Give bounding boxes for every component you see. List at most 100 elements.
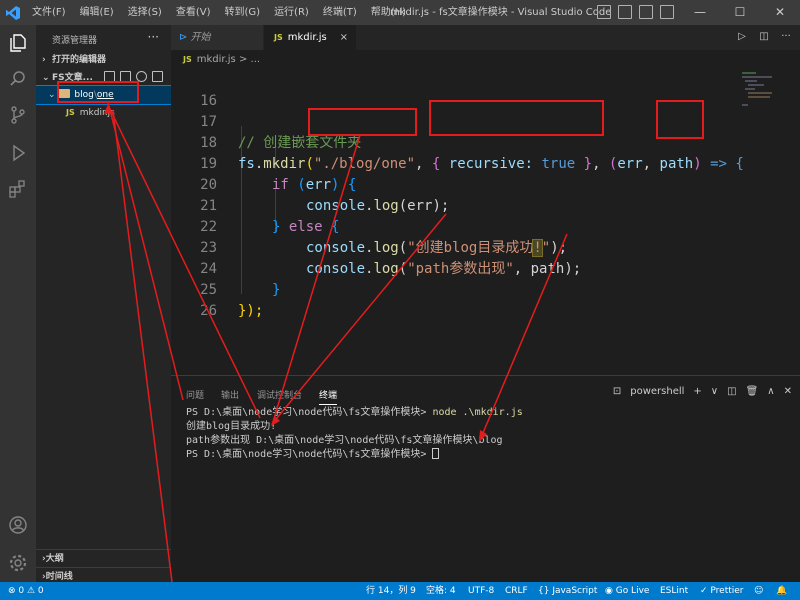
language-mode[interactable]: {} JavaScript (538, 582, 597, 600)
breadcrumb: JS mkdir.js > ... (171, 50, 800, 70)
editor-actions: ▷ ◫ ··· (736, 31, 792, 43)
folder-section[interactable]: ⌄ FS文章... (36, 69, 171, 87)
line-number: 26 (200, 303, 217, 319)
menu-selection[interactable]: 选择(S) (121, 0, 169, 25)
go-live-button[interactable]: ◉ Go Live (605, 582, 649, 600)
tab-mkdir-label: mkdir.js (287, 32, 327, 43)
account-status-icon[interactable]: ☺ (754, 582, 763, 600)
encoding-status[interactable]: UTF-8 (468, 582, 494, 600)
maximize-button[interactable]: ☐ (720, 0, 760, 25)
menu-go[interactable]: 转到(G) (218, 0, 268, 25)
sidebar-more-icon[interactable]: ··· (148, 30, 159, 44)
prettier-status[interactable]: ✓ Prettier (700, 582, 744, 600)
tree-item-blog-one[interactable]: ⌄ blog\one (36, 85, 171, 105)
bottom-panel: 问题 输出 调试控制台 终端 ⊡ powershell + ∨ ◫ 🗑 ∧ ✕ … (171, 375, 800, 582)
minimap-line (745, 88, 755, 90)
shell-name[interactable]: powershell (630, 386, 684, 397)
terminal-command: node .\mkdir.js (432, 407, 523, 418)
tree-item-mkdir-js[interactable]: JS mkdir.js (36, 104, 171, 122)
split-editor-icon[interactable]: ◫ (758, 31, 770, 43)
open-editors-section[interactable]: › 打开的编辑器 (36, 51, 171, 69)
menu-view[interactable]: 查看(V) (169, 0, 218, 25)
kill-terminal-icon[interactable]: 🗑 (746, 386, 759, 397)
cursor-position[interactable]: 行 14，列 9 (366, 582, 416, 600)
breadcrumb-file[interactable]: mkdir.js (197, 54, 236, 65)
minimap-line (742, 72, 756, 74)
run-debug-icon[interactable] (8, 143, 28, 163)
code-line-21: 21 } else { (171, 175, 771, 235)
maximize-panel-icon[interactable]: ∧ (767, 386, 774, 397)
new-file-icon[interactable] (104, 71, 115, 82)
minimap-line (742, 76, 772, 78)
panel-tab-problems[interactable]: 问题 (186, 388, 204, 401)
terminal-prompt: PS D:\桌面\node学习\node代码\fs文章操作模块> (186, 449, 433, 460)
tab-mkdir-js[interactable]: JS mkdir.js × (264, 25, 356, 50)
tab-welcome[interactable]: ⊳ 开始 (171, 25, 263, 50)
folder-open-icon (58, 89, 71, 98)
panel-tab-output[interactable]: 输出 (221, 388, 239, 401)
toggle-sidebar-icon[interactable] (597, 5, 611, 19)
terminal-line: path参数出现 D:\桌面\node学习\node代码\fs文章操作模块\bl… (186, 435, 503, 446)
menu-file[interactable]: 文件(F) (25, 0, 73, 25)
panel-tab-terminal[interactable]: 终端 (319, 388, 338, 405)
subfolder-name: one (96, 90, 114, 100)
code-editor[interactable]: 16 17 // 创建嵌套文件夹 18 fs.mkdir("./blog/one… (171, 70, 800, 375)
code-line-20: 20 console.log(err); (171, 154, 771, 214)
code-line-22: 22 console.log("创建blog目录成功!"); (171, 196, 771, 257)
terminal-output[interactable]: PS D:\桌面\node学习\node代码\fs文章操作模块> node .\… (186, 406, 523, 462)
timeline-section[interactable]: ›时间线 (36, 567, 171, 582)
eslint-status[interactable]: ESLint (660, 582, 688, 600)
close-panel-icon[interactable]: ✕ (784, 386, 792, 397)
new-folder-icon[interactable] (120, 71, 131, 82)
breadcrumb-more[interactable]: ... (251, 54, 261, 65)
source-control-icon[interactable] (8, 105, 28, 125)
menu-edit[interactable]: 编辑(E) (73, 0, 121, 25)
explorer-icon[interactable] (8, 33, 28, 53)
title-bar: 文件(F) 编辑(E) 选择(S) 查看(V) 转到(G) 运行(R) 终端(T… (0, 0, 800, 25)
tab-close-icon[interactable]: × (340, 25, 348, 50)
toggle-panel-icon[interactable] (618, 5, 632, 19)
new-terminal-icon[interactable]: + (693, 386, 701, 397)
indentation-status[interactable]: 空格: 4 (426, 582, 456, 600)
menu-run[interactable]: 运行(R) (267, 0, 316, 25)
toggle-secondary-sidebar-icon[interactable] (639, 5, 653, 19)
layout-controls (597, 5, 674, 19)
panel-toolbar: ⊡ powershell + ∨ ◫ 🗑 ∧ ✕ (613, 386, 792, 397)
breadcrumb-separator: > (238, 54, 248, 65)
menu-terminal[interactable]: 终端(T) (316, 0, 364, 25)
tab-welcome-label: 开始 (190, 32, 211, 43)
account-icon[interactable] (8, 515, 28, 535)
customize-layout-icon[interactable] (660, 5, 674, 19)
notifications-icon[interactable]: 🔔 (776, 582, 787, 600)
panel-tab-debug-console[interactable]: 调试控制台 (257, 388, 302, 401)
window-title: mkdir.js - fs文章操作模块 - Visual Studio Code (390, 7, 612, 18)
folder-tools (104, 71, 163, 82)
problems-status[interactable]: ⊗ 0 ⚠ 0 (8, 582, 44, 600)
js-file-icon: JS (183, 55, 192, 64)
terminal-dropdown-icon[interactable]: ∨ (711, 386, 718, 397)
terminal-line: 创建blog目录成功! (186, 421, 277, 432)
run-file-icon[interactable]: ▷ (736, 31, 748, 43)
timeline-label: 时间线 (45, 572, 73, 582)
explorer-sidebar: 资源管理器 ··· › 打开的编辑器 ⌄ FS文章... ⌄ blog\one JS… (36, 25, 171, 582)
file-name: mkdir.js (79, 108, 115, 118)
search-icon[interactable] (8, 69, 28, 89)
outline-section[interactable]: ›大纲 (36, 549, 171, 567)
close-button[interactable]: ✕ (760, 0, 800, 25)
extensions-icon[interactable] (8, 179, 28, 199)
settings-gear-icon[interactable] (8, 553, 28, 573)
code-line-26: 26 (171, 280, 771, 319)
collapse-all-icon[interactable] (152, 71, 163, 82)
minimap-line (745, 80, 757, 82)
minimap[interactable] (740, 70, 780, 130)
more-actions-icon[interactable]: ··· (780, 31, 792, 43)
js-file-icon: JS (66, 108, 75, 117)
split-terminal-icon[interactable]: ◫ (727, 386, 736, 397)
chevron-right-icon: › (42, 55, 46, 65)
refresh-icon[interactable] (136, 71, 147, 82)
minimap-line (742, 104, 748, 106)
minimize-button[interactable]: — (680, 0, 720, 25)
eol-status[interactable]: CRLF (505, 582, 528, 600)
terminal-icon: ⊡ (612, 386, 622, 397)
terminal-cursor (432, 448, 440, 459)
